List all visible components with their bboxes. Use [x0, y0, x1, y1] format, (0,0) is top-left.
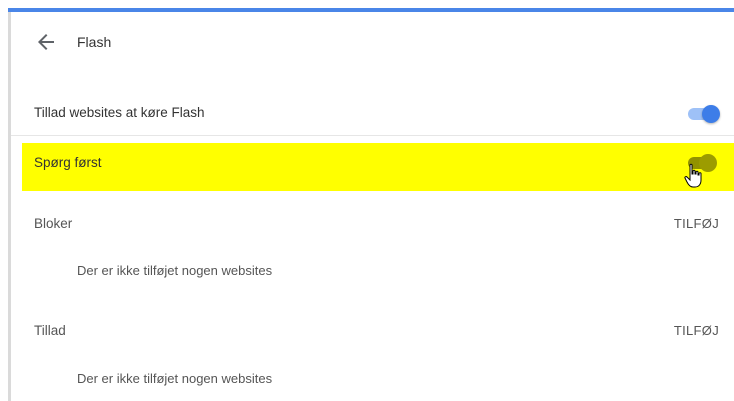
toggle-knob [702, 105, 720, 123]
allow-flash-toggle[interactable] [686, 104, 720, 124]
allow-empty-text: Der er ikke tilføjet nogen websites [77, 371, 273, 386]
ask-first-label: Spørg først [34, 155, 102, 170]
flash-settings-page: Flash Tillad websites at køre Flash Spør… [0, 0, 734, 401]
block-empty-text: Der er ikke tilføjet nogen websites [77, 263, 273, 278]
block-section-title: Bloker [34, 216, 73, 231]
block-add-button[interactable]: TILFØJ [674, 216, 719, 231]
allow-add-button[interactable]: TILFØJ [674, 323, 719, 338]
allow-flash-label: Tillad websites at køre Flash [34, 105, 205, 120]
header: Flash [11, 12, 734, 72]
allow-section-title: Tillad [34, 323, 66, 338]
page-title: Flash [77, 34, 112, 50]
ask-first-row: Spørg først [22, 143, 734, 191]
allow-flash-row: Tillad websites at køre Flash [11, 92, 734, 136]
arrow-left-icon[interactable] [34, 30, 58, 54]
hand-cursor-icon [684, 163, 702, 188]
